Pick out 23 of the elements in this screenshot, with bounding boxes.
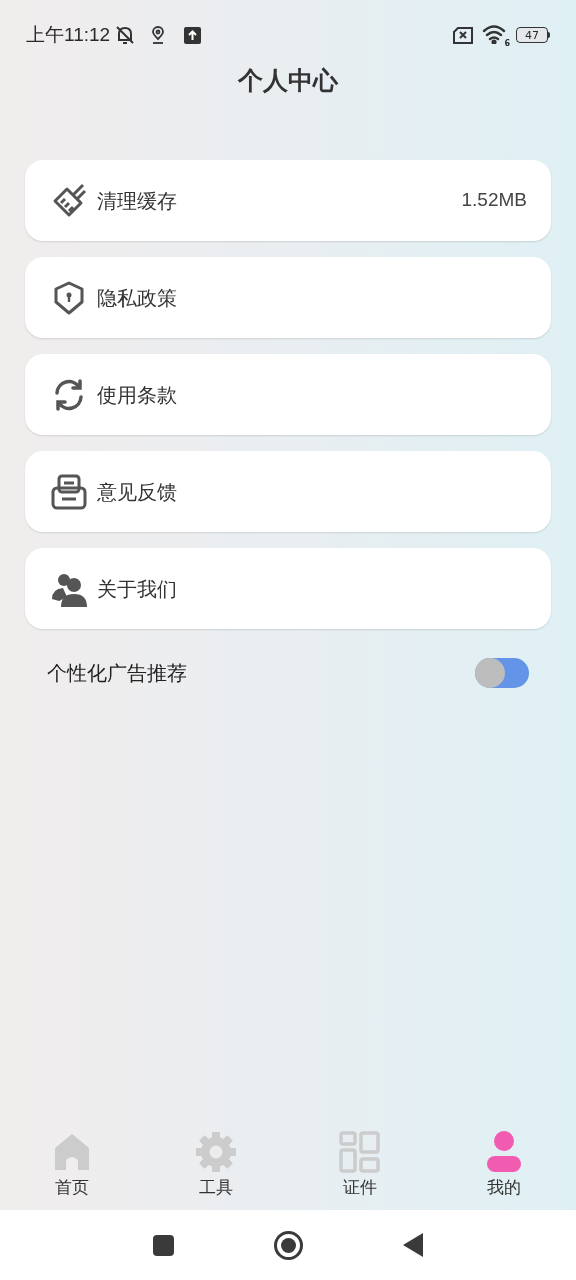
nav-tab[interactable]: 证件 bbox=[310, 1129, 410, 1201]
home-button[interactable] bbox=[274, 1230, 303, 1260]
upload-icon bbox=[184, 26, 202, 44]
battery-indicator: 47 bbox=[516, 27, 548, 43]
no-sim-icon bbox=[452, 26, 474, 44]
wifi-icon bbox=[482, 24, 506, 44]
menu-item[interactable]: 使用条款 bbox=[25, 354, 551, 435]
menu-item[interactable]: 关于我们 bbox=[25, 548, 551, 629]
menu-item[interactable]: 清理缓存 1.52MB bbox=[25, 160, 551, 241]
status-time: 上午11:12 bbox=[26, 22, 111, 47]
page-title: 个人中心 bbox=[238, 68, 338, 93]
toggle-switch[interactable] bbox=[475, 658, 529, 688]
nav-tab[interactable]: 工具 bbox=[166, 1129, 266, 1201]
back-button[interactable] bbox=[403, 1233, 423, 1257]
menu-item[interactable]: 意见反馈 bbox=[25, 451, 551, 532]
nav-tab[interactable]: 首页 bbox=[22, 1129, 122, 1201]
location-icon bbox=[150, 26, 167, 44]
setting-label: 个性化广告推荐 bbox=[47, 660, 188, 687]
nav-tab[interactable]: 我的 bbox=[454, 1129, 554, 1201]
cache-size: 1.52MB bbox=[461, 188, 527, 213]
menu-item[interactable]: 隐私政策 bbox=[25, 257, 551, 338]
recents-button[interactable] bbox=[153, 1234, 174, 1256]
wifi-generation-label: 6 bbox=[504, 40, 510, 48]
